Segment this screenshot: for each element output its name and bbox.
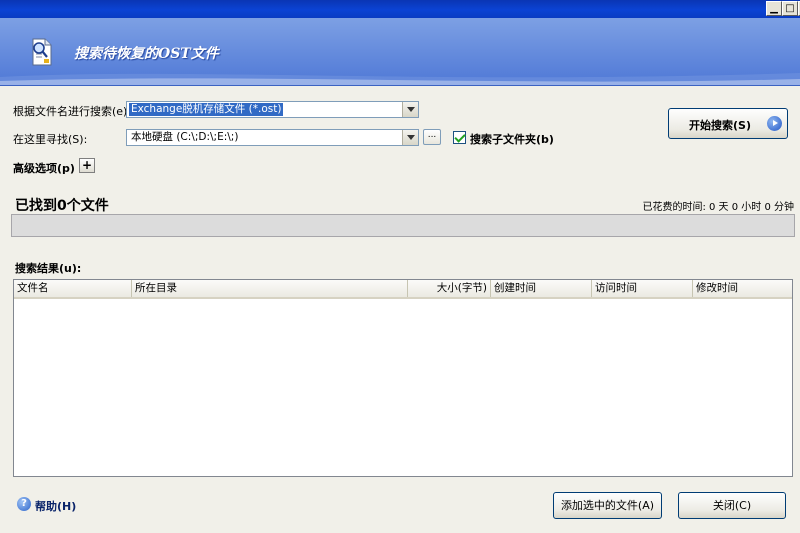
look-in-label: 在这里寻找(S): — [13, 133, 88, 146]
add-selected-files-button[interactable]: 添加选中的文件(A) — [553, 492, 662, 519]
column-header-filename[interactable]: 文件名 — [14, 280, 132, 297]
look-in-select[interactable]: 本地硬盘 (C:\;D:\;E:\;) — [126, 129, 419, 146]
close-button[interactable]: 关闭(C) — [678, 492, 786, 519]
maximize-button[interactable]: □ — [782, 1, 798, 16]
advanced-options-label[interactable]: 高级选项(p) — [13, 160, 75, 176]
dialog-title: 搜索待恢复的OST文件 — [74, 46, 219, 62]
chevron-down-icon[interactable] — [402, 102, 418, 117]
search-progress-bar — [11, 214, 795, 237]
column-header-modified[interactable]: 修改时间 — [693, 280, 792, 297]
column-header-created[interactable]: 创建时间 — [491, 280, 592, 297]
column-header-directory[interactable]: 所在目录 — [132, 280, 408, 297]
subfolders-checkbox[interactable] — [453, 131, 466, 144]
elapsed-value: 0 天 0 小时 0 分钟 — [709, 202, 794, 213]
browse-button[interactable]: ... — [423, 129, 441, 145]
found-count: 已找到0个文件 — [15, 198, 109, 214]
elapsed-time: 已花费的时间: 0 天 0 小时 0 分钟 — [642, 198, 794, 213]
elapsed-label: 已花费的时间: — [642, 202, 706, 213]
arrow-right-icon — [767, 116, 782, 131]
header-banner: 搜索待恢复的OST文件 — [0, 18, 800, 86]
file-search-icon — [32, 38, 52, 66]
filename-select[interactable]: Exchange脱机存储文件 (*.ost) — [126, 101, 419, 118]
start-search-label: 开始搜索(S) — [689, 119, 751, 132]
filename-value: Exchange脱机存储文件 (*.ost) — [129, 103, 284, 116]
minimize-button[interactable]: ▁ — [766, 1, 782, 16]
banner-wave — [0, 73, 800, 85]
help-icon: ? — [17, 497, 31, 511]
start-search-button[interactable]: 开始搜索(S) — [668, 108, 788, 139]
expand-advanced-button[interactable]: + — [79, 158, 95, 173]
chevron-down-icon[interactable] — [402, 130, 418, 145]
results-label: 搜索结果(u): — [15, 262, 82, 275]
filename-label: 根据文件名进行搜索(e): — [13, 105, 132, 118]
column-header-size[interactable]: 大小(字节) — [408, 280, 491, 297]
results-table-header: 文件名 所在目录 大小(字节) 创建时间 访问时间 修改时间 — [14, 280, 792, 299]
help-label: 帮助(H) — [35, 500, 77, 513]
title-bar: ▁ □ X — [0, 0, 800, 18]
results-table[interactable]: 文件名 所在目录 大小(字节) 创建时间 访问时间 修改时间 — [13, 279, 793, 477]
look-in-value: 本地硬盘 (C:\;D:\;E:\;) — [131, 131, 239, 143]
search-ost-dialog: ▁ □ X 搜索待恢复的OST文件 根据文件名进行搜索(e): Exchange… — [0, 0, 800, 533]
subfolders-label[interactable]: 搜索子文件夹(b) — [470, 131, 554, 147]
column-header-accessed[interactable]: 访问时间 — [592, 280, 693, 297]
